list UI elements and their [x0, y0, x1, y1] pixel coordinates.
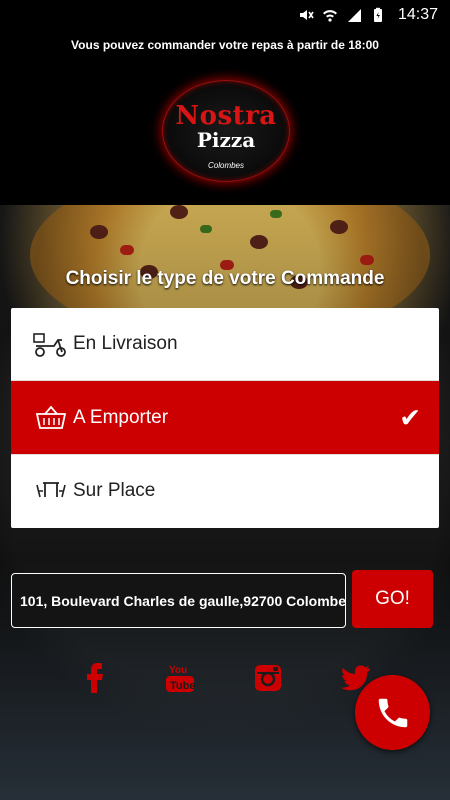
- phone-icon: [378, 698, 407, 727]
- status-bar: 14:37: [0, 0, 450, 30]
- header: Vous pouvez commander votre repas à part…: [0, 30, 450, 205]
- order-type-list: En Livraison A Emporter ✔ Sur Place: [11, 308, 439, 528]
- instagram-icon[interactable]: [250, 660, 286, 696]
- svg-text:You: You: [169, 665, 187, 676]
- background-pizza-image: Choisir le type de votre Commande En Liv…: [0, 205, 450, 800]
- facebook-icon[interactable]: [77, 660, 113, 696]
- svg-text:Tube: Tube: [170, 680, 195, 692]
- checkmark-icon: ✔: [399, 402, 421, 432]
- dining-table-icon: [31, 476, 71, 506]
- option-label-takeaway: A Emporter: [73, 406, 169, 428]
- address-input[interactable]: 101, Boulevard Charles de gaulle,92700 C…: [11, 573, 346, 628]
- go-button[interactable]: GO!: [352, 570, 433, 628]
- restaurant-logo: Nostra Pizza Colombes: [162, 80, 290, 182]
- option-label-dine-in: Sur Place: [73, 480, 156, 501]
- option-takeaway[interactable]: A Emporter ✔: [11, 381, 439, 454]
- logo-line-pizza: Pizza: [196, 128, 256, 152]
- option-label-delivery: En Livraison: [73, 333, 178, 354]
- signal-icon: [347, 9, 361, 22]
- address-value: 101, Boulevard Charles de gaulle,92700 C…: [20, 592, 346, 609]
- basket-icon: [31, 403, 71, 433]
- call-button[interactable]: [355, 675, 430, 750]
- youtube-icon[interactable]: You Tube: [162, 660, 198, 696]
- wifi-icon: [322, 10, 337, 22]
- opening-hours-notice: Vous pouvez commander votre repas à part…: [71, 38, 379, 52]
- logo-line-colombes: Colombes: [207, 161, 244, 170]
- option-dine-in[interactable]: Sur Place: [11, 454, 439, 527]
- option-delivery[interactable]: En Livraison: [11, 308, 439, 381]
- order-type-title: Choisir le type de votre Commande: [65, 268, 385, 289]
- status-time: 14:37: [397, 6, 438, 23]
- logo-line-nostra: Nostra: [175, 101, 277, 131]
- mute-icon: [299, 10, 314, 20]
- delivery-scooter-icon: [31, 329, 71, 359]
- battery-icon: [373, 7, 382, 22]
